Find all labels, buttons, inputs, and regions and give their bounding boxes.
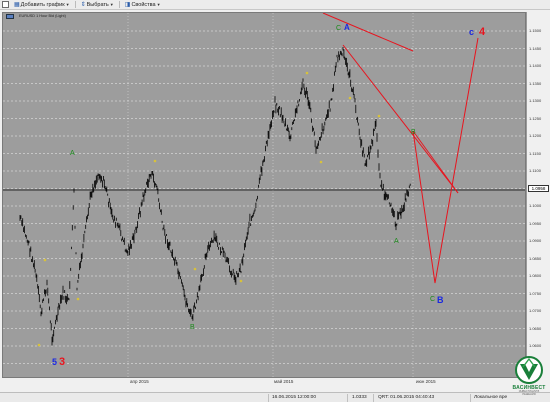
wave-label-c: C [336,25,341,32]
current-price-tag: 1.0958 [528,185,549,192]
wave-label-five: 5 [52,357,57,367]
price-tick: 1.0950 [529,220,542,226]
price-tick: 1.0650 [529,325,542,331]
wave-label-a-green: A [70,150,75,157]
price-tick: 1.0800 [529,273,542,278]
sub-wave-marker [305,71,309,75]
toolbar-divider [74,1,76,8]
wave-label-four: 4 [479,26,486,38]
wave-label-a-top: A [344,23,350,32]
price-tick: 1.1500 [529,28,542,33]
chevron-down-icon: ▼ [109,2,114,7]
wave-label-c-right: c [469,27,474,37]
wave-label-c-bottom: C [430,296,435,303]
price-chart[interactable]: EURUSD 1 Hour Bid (Light) CAc453ABABCB [2,12,526,378]
select-icon: ⇕ [80,2,86,8]
status-divider [347,394,348,402]
sub-wave-marker [37,343,41,347]
sub-wave-marker [193,267,197,271]
price-axis[interactable]: 1.1500 1.1450 1.1400 1.1350 1.1300 1.1250 1.12… [526,12,550,378]
sub-wave-marker [319,160,323,164]
add-chart-button[interactable]: ▦ Добавить график ▼ [11,0,73,9]
chevron-down-icon: ▼ [65,2,70,7]
wave-label-b-blue: B [437,295,444,305]
logo-tagline: ИНВЕСТИЦИИ В РЕШЕНИЯ [518,390,540,396]
time-tick-april: апр 2015 [130,379,149,384]
add-chart-label: Добавить график [20,1,65,8]
status-divider [373,394,374,402]
projection-path [412,37,479,284]
status-divider [470,394,471,402]
price-tick: 1.0850 [529,255,542,261]
sub-wave-marker [239,279,243,283]
trend-line-upper [322,13,414,52]
price-tick: 1.0900 [529,238,542,243]
properties-button[interactable]: ◨ Свойства ▼ [122,0,164,9]
time-tick-may: май 2015 [274,379,294,384]
sub-wave-marker [153,159,157,163]
time-axis: апр 2015 май 2015 июн 2015 [2,378,526,386]
window-icon[interactable] [2,1,9,8]
chart-canvas[interactable]: C Ac 45 3ABABC B [3,13,526,378]
properties-icon: ◨ [124,2,131,8]
price-tick: 1.1000 [529,203,542,208]
sub-wave-marker [377,114,381,118]
local-time: Локальное вре [474,395,508,400]
status-divider [268,394,269,402]
price-tick: 1.1450 [529,45,542,51]
chevron-down-icon: ▼ [156,2,161,7]
sub-wave-marker [43,258,47,262]
toolbar-divider [118,1,120,8]
sub-wave-marker [348,96,352,100]
price-tick: 1.1100 [529,168,541,173]
properties-label: Свойства [131,1,156,8]
price-tick: 1.0750 [529,290,542,296]
select-label: Выбрать [86,1,109,8]
add-chart-icon: ▦ [14,2,20,8]
sub-wave-marker [76,297,80,301]
status-bar: 16.06.2015 12:00:00 1.0333 QRT: 01.06.20… [0,392,550,402]
cursor-price: 1.0333 [352,395,367,400]
price-tick: 1.1150 [529,150,541,156]
price-tick: 1.1300 [529,98,542,103]
server-time: QRT: 01.06.2015 04:40:43 [378,395,435,400]
wave-label-a-green-right: A [394,238,399,245]
wave-label-b-green-right: B [411,129,416,136]
projection-leg [412,130,459,194]
select-button[interactable]: ⇕ Выбрать ▼ [78,0,117,9]
price-tick: 1.1400 [529,63,542,68]
logo-emblem-icon [515,356,543,384]
cursor-datetime: 16.06.2015 12:00:00 [272,395,317,400]
chart-toolbar: ▦ Добавить график ▼ ⇕ Выбрать ▼ ◨ Свойст… [0,0,550,10]
price-tick: 1.1200 [529,133,542,138]
price-tick: 1.0700 [529,308,542,313]
company-logo: ВАСИНВЕСТ ИНВЕСТИЦИИ В РЕШЕНИЯ [512,355,546,396]
price-tick: 1.1250 [529,115,542,121]
time-tick-june: июн 2015 [416,379,436,384]
wave-label-b-green: B [190,324,195,331]
price-tick: 1.1350 [529,80,542,86]
wave-label-three: 3 [59,356,65,368]
price-tick: 1.0600 [529,343,542,348]
